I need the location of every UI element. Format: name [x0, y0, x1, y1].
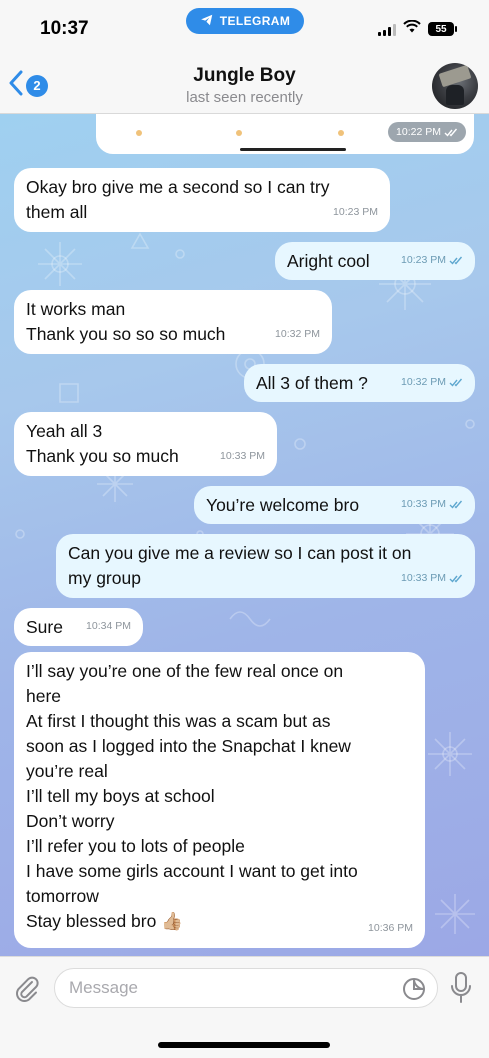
- message-bubble[interactable]: Can you give me a review so I can post i…: [56, 534, 475, 598]
- message-bubble[interactable]: It works man Thank you so so so much 10:…: [14, 290, 332, 354]
- paperclip-icon[interactable]: [12, 973, 42, 1003]
- microphone-icon[interactable]: [450, 971, 472, 1005]
- paper-plane-icon: [200, 13, 214, 30]
- message-text: All 3 of them ?: [256, 373, 368, 393]
- chat-header: 2 Jungle Boy last seen recently: [0, 58, 489, 114]
- message-time: 10:32 PM: [275, 322, 320, 347]
- message-bubble[interactable]: Aright cool 10:23 PM: [275, 242, 475, 280]
- message-bubble[interactable]: All 3 of them ? 10:32 PM: [244, 364, 475, 402]
- input-bar: [0, 956, 489, 1058]
- message-time-text: 10:34 PM: [86, 620, 131, 632]
- telegram-pill-label: TELEGRAM: [219, 14, 291, 28]
- message-text: Sure: [26, 617, 63, 637]
- message-text: Aright cool: [287, 251, 370, 271]
- wifi-icon: [403, 19, 421, 38]
- message-time: 10:23 PM: [401, 248, 463, 273]
- double-check-icon: [444, 128, 458, 137]
- home-indicator: [158, 1042, 330, 1048]
- previous-message-time-text: 10:22 PM: [396, 126, 441, 138]
- message-time: 10:33 PM: [401, 566, 463, 591]
- message-time-text: 10:33 PM: [220, 450, 265, 462]
- message-time: 10:36 PM: [368, 916, 413, 941]
- message-time: 10:34 PM: [86, 614, 131, 639]
- message-time: 10:33 PM: [401, 492, 463, 517]
- sticker-icon[interactable]: [402, 977, 426, 1001]
- message-bubble[interactable]: I’ll say you’re one of the few real once…: [14, 652, 425, 948]
- message-time-text: 10:23 PM: [401, 254, 446, 266]
- message-bubble[interactable]: You’re welcome bro 10:33 PM: [194, 486, 475, 524]
- message-time-text: 10:23 PM: [333, 206, 378, 218]
- message-input[interactable]: [54, 968, 438, 1008]
- status-time: 10:37: [40, 18, 89, 39]
- message-text: It works man Thank you so so so much: [26, 299, 226, 344]
- double-check-icon: [449, 256, 463, 265]
- contact-status: last seen recently: [186, 89, 303, 106]
- message-time: 10:23 PM: [333, 200, 378, 225]
- status-bar: 10:37 TELEGRAM 55: [0, 0, 489, 58]
- double-check-icon: [449, 500, 463, 509]
- message-time-text: 10:36 PM: [368, 922, 413, 934]
- message-text: You’re welcome bro: [206, 495, 360, 515]
- previous-message-time: 10:22 PM: [388, 122, 466, 142]
- double-check-icon: [449, 378, 463, 387]
- message-time: 10:33 PM: [220, 444, 265, 469]
- double-check-icon: [449, 574, 463, 583]
- message-time-text: 10:32 PM: [401, 376, 446, 388]
- telegram-pill[interactable]: TELEGRAM: [186, 8, 304, 34]
- previous-message-fragment: 10:22 PM: [96, 114, 474, 154]
- message-text: Yeah all 3 Thank you so much: [26, 421, 179, 466]
- signal-icon: [378, 23, 396, 36]
- message-time-text: 10:33 PM: [401, 498, 446, 510]
- message-bubble[interactable]: Okay bro give me a second so I can try t…: [14, 168, 390, 232]
- message-time-text: 10:33 PM: [401, 572, 446, 584]
- message-text: Okay bro give me a second so I can try t…: [26, 177, 330, 222]
- message-bubble[interactable]: Sure 10:34 PM: [14, 608, 143, 646]
- battery-icon: 55: [428, 22, 457, 36]
- status-icons: 55: [378, 19, 457, 38]
- message-time: 10:32 PM: [401, 370, 463, 395]
- avatar[interactable]: [432, 63, 478, 109]
- chat-area[interactable]: 10:22 PM Okay bro give me a second so I …: [0, 114, 489, 956]
- message-text: I’ll say you’re one of the few real once…: [26, 661, 358, 931]
- contact-name[interactable]: Jungle Boy: [0, 65, 489, 87]
- message-time-text: 10:32 PM: [275, 328, 320, 340]
- battery-level: 55: [435, 23, 447, 35]
- message-bubble[interactable]: Yeah all 3 Thank you so much 10:33 PM: [14, 412, 277, 476]
